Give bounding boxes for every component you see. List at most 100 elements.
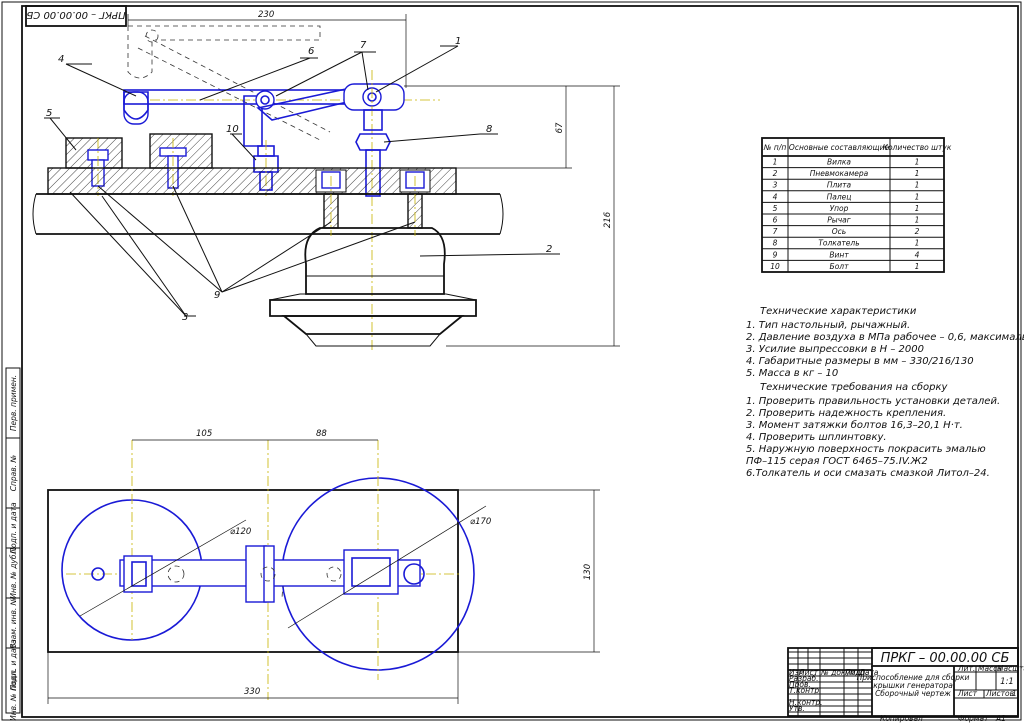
parts-row-num: 3 [773, 181, 778, 190]
lit-label: Лит. [957, 664, 975, 673]
dim-88-text: 88 [316, 429, 327, 439]
parts-row-qty: 1 [915, 204, 920, 213]
parts-row-qty: 1 [915, 158, 920, 167]
parts-row-name: Вилка [827, 158, 851, 167]
parts-row-num: 5 [773, 204, 778, 213]
parts-row-num: 9 [773, 250, 778, 259]
parts-row-name: Ось [832, 227, 846, 236]
sheet-label: Лист [957, 689, 978, 698]
sheets-label: Листов [985, 689, 1014, 698]
footer-format-value: А1 [995, 714, 1006, 723]
parts-row-qty: 1 [915, 169, 920, 178]
dim-130-text: 130 [583, 564, 593, 580]
assembly-item-7: 6.Толкатель и оси смазать смазкой Литол–… [746, 468, 990, 479]
pneumatic-chamber [269, 227, 477, 347]
tech-specs: Технические характеристики 1. Тип настол… [746, 306, 1024, 379]
front-view: 1 2 3 4 5 6 7 8 9 10 230 216 67 [32, 10, 620, 350]
callout-2: 2 [546, 244, 552, 255]
parts-row-name: Болт [830, 262, 850, 271]
dim-216: 216 [404, 85, 620, 347]
title-name-line-3: Сборочный чертеж [875, 689, 951, 698]
dim-67: 67 [388, 86, 572, 169]
parts-row-name: Пневмокамера [810, 169, 869, 178]
assembly-item-3: 3. Момент затяжки болтов 16,3–20,1 Н·т. [746, 419, 963, 431]
parts-row-qty: 1 [915, 262, 920, 271]
side-label-0: Перв. примен. [9, 375, 18, 431]
parts-row-num: 4 [773, 192, 778, 201]
parts-row-qty: 1 [915, 192, 920, 201]
parts-row-num: 2 [773, 169, 778, 178]
parts-row-name: Плита [827, 181, 852, 190]
scale-label: Масштаб [997, 664, 1024, 673]
dim-330: 330 [47, 652, 459, 704]
rotated-doc-code: ПРКГ – 00.00.00 СБ [26, 9, 125, 20]
parts-header-qty: Количество штук [883, 143, 952, 152]
tech-spec-item-4: 4. Габаритные размеры в мм – 330/216/130 [746, 355, 974, 367]
tech-spec-item-3: 3. Усилие выпрессовки в Н – 2000 [746, 344, 924, 355]
parts-row-qty: 1 [915, 216, 920, 225]
parts-row-qty: 1 [915, 181, 920, 190]
parts-header-num: № п/п [763, 143, 787, 152]
parts-row-num: 8 [773, 239, 778, 248]
dim-67-text: 67 [555, 122, 565, 133]
assembly-item-1: 1. Проверить правильность установки дета… [746, 396, 1000, 407]
plan-view: 105 88 ⌀120 ⌀170 130 330 [47, 429, 600, 704]
footer-format: Формат [958, 714, 989, 723]
assembly-item-5: 5. Наружную поверхность покрасить эмалью [746, 444, 986, 455]
dim-105-88: 105 88 [132, 429, 378, 441]
callout-8: 8 [486, 124, 492, 135]
dim-216-text: 216 [603, 211, 613, 228]
parts-row-num: 6 [773, 216, 778, 225]
callout-9: 9 [214, 290, 220, 301]
role-tkontr: Т.контр. [789, 686, 822, 695]
assembly-requirements: Технические требования на сборку 1. Пров… [746, 381, 1000, 479]
tech-spec-item-2: 2. Давление воздуха в МПа рабочее – 0,6,… [746, 331, 1024, 343]
tech-spec-item-5: 5. Масса в кг – 10 [746, 368, 838, 379]
side-label-3: Инв. № дубл. [9, 547, 18, 598]
footer-copied: Копировал [880, 714, 923, 723]
tech-specs-title: Технические характеристики [760, 306, 917, 317]
side-strip: Перв. примен. Справ. № Подп. и дата Инв.… [5, 367, 21, 721]
callout-1: 1 [455, 36, 461, 47]
callout-10: 10 [226, 124, 239, 135]
assembly-item-2: 2. Проверить надежность крепления. [746, 408, 946, 419]
tech-spec-item-1: 1. Тип настольный, рычажный. [746, 320, 910, 331]
callout-5: 5 [46, 108, 52, 119]
base-plate [32, 167, 504, 235]
parts-header-name: Основные составляющие [789, 143, 890, 152]
parts-row-name: Толкатель [818, 239, 859, 248]
dim-130: 130 [458, 489, 600, 653]
parts-row-name: Винт [829, 250, 849, 259]
rotated-code-box: ПРКГ – 00.00.00 СБ [25, 5, 127, 27]
side-label-6: Инв. № подл. [9, 669, 18, 721]
role-utv: Утв. [789, 704, 805, 713]
dim-dia-small-text: ⌀120 [230, 527, 251, 537]
scale-value: 1:1 [1000, 677, 1014, 687]
dim-230-text: 230 [258, 10, 274, 20]
callout-3: 3 [182, 312, 188, 323]
parts-row-name: Упор [830, 204, 849, 213]
parts-row-qty: 2 [915, 227, 920, 236]
callout-7: 7 [360, 40, 367, 51]
parts-row-name: Рычаг [827, 216, 850, 225]
side-label-2: Подп. и дата [9, 502, 18, 553]
assembly-item-4: 4. Проверить шплинтовку. [746, 432, 887, 443]
callout-6: 6 [308, 46, 314, 57]
parts-row-qty: 1 [915, 239, 920, 248]
title-block: ПРКГ – 00.00.00 СБ Изм Лист № докум. Под… [787, 647, 1024, 717]
ghost-lever [127, 25, 331, 141]
callout-4: 4 [58, 54, 64, 65]
parts-row-num: 7 [773, 227, 778, 236]
dim-330-text: 330 [244, 687, 260, 697]
side-label-1: Справ. № [9, 455, 18, 492]
parts-row-num: 1 [773, 158, 778, 167]
assembly-item-6: ПФ–115 серая ГОСТ 6465–75.IV.Ж2 [746, 456, 928, 467]
parts-row-qty: 4 [915, 250, 920, 259]
parts-row-num: 10 [770, 262, 780, 271]
parts-table: № п/п Основные составляющиеКоличество шту… [761, 137, 952, 273]
dim-105-text: 105 [196, 429, 212, 439]
parts-row-name: Палец [827, 192, 852, 201]
assembly-title: Технические требования на сборку [760, 381, 949, 393]
sheets-value: 1 [1012, 689, 1017, 698]
dim-dia-large-text: ⌀170 [470, 517, 491, 527]
